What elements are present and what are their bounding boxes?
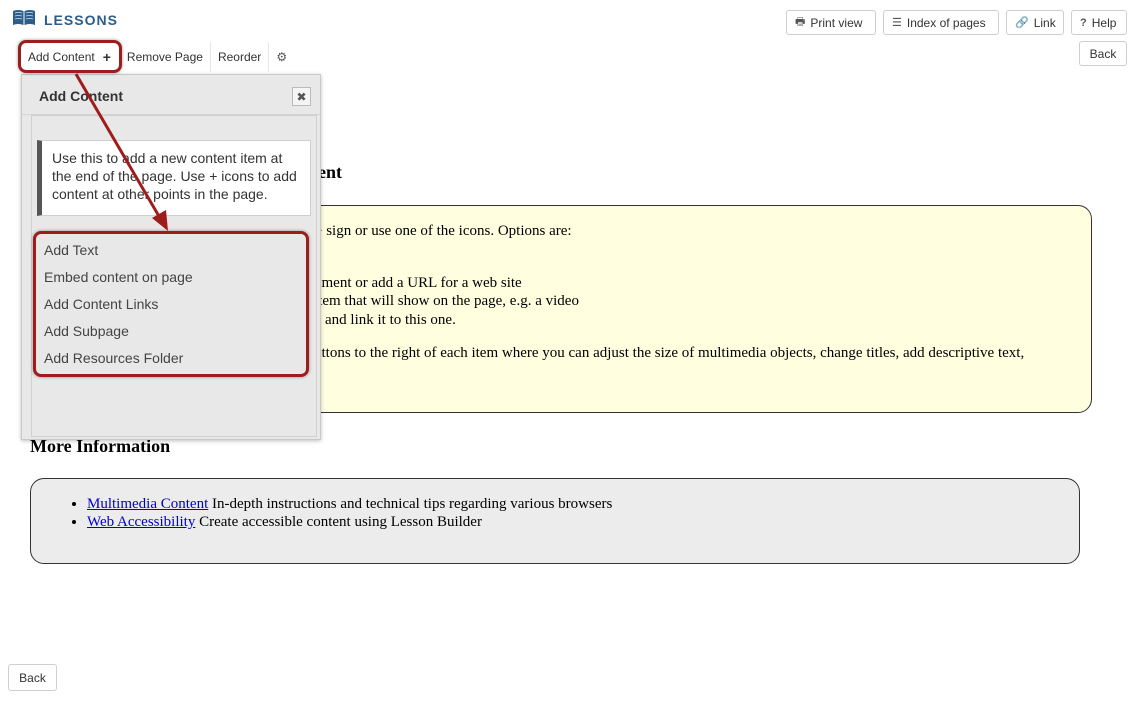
- annotation-arrow: [74, 73, 168, 231]
- back-button-bottom[interactable]: Back: [8, 664, 57, 691]
- back-label: Back: [19, 670, 46, 685]
